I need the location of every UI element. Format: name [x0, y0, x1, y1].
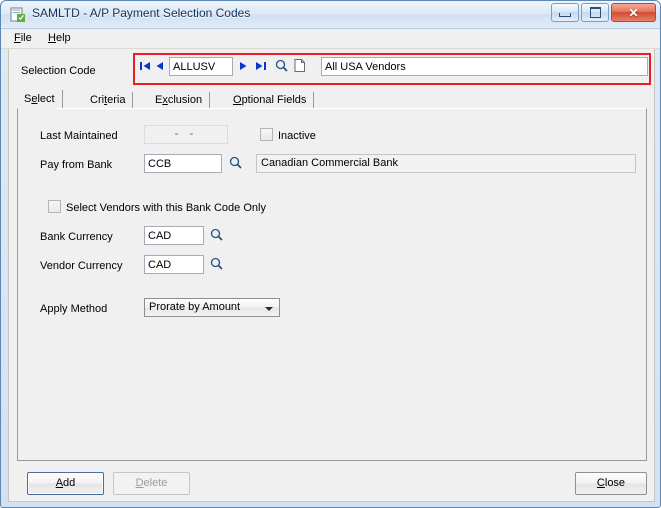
bank-currency-input[interactable] [144, 226, 204, 245]
bank-currency-find-icon[interactable] [210, 228, 223, 241]
apply-method-value: Prorate by Amount [149, 301, 241, 313]
vendor-currency-input[interactable] [144, 255, 204, 274]
maximize-icon [589, 7, 601, 18]
maximize-button[interactable] [581, 3, 609, 22]
select-vendors-bank-only-label: Select Vendors with this Bank Code Only [66, 202, 266, 214]
tab-select[interactable]: Select [17, 90, 63, 109]
close-button[interactable]: ✕ [611, 3, 656, 22]
selection-code-label: Selection Code [21, 65, 96, 77]
minimize-icon [559, 13, 571, 17]
minimize-button[interactable] [551, 3, 579, 22]
tab-criteria[interactable]: Criteria [83, 92, 134, 109]
select-vendors-bank-only-checkbox[interactable] [48, 200, 61, 213]
nav-first-button[interactable] [140, 61, 151, 74]
bank-currency-label: Bank Currency [40, 231, 113, 243]
inactive-checkbox[interactable] [260, 128, 273, 141]
pay-from-bank-input[interactable] [144, 154, 222, 173]
add-button[interactable]: Add [27, 472, 104, 495]
client-area: Selection Code ALLUSV All USA Vendors Se… [8, 49, 655, 502]
vendor-currency-label: Vendor Currency [40, 260, 123, 272]
last-maintained-label: Last Maintained [40, 130, 118, 142]
pay-from-bank-label: Pay from Bank [40, 159, 113, 171]
window-controls: ✕ [551, 3, 656, 22]
menu-item-file[interactable]: File [11, 32, 35, 44]
menu-bar: File Help [1, 29, 660, 49]
app-document-icon [10, 6, 27, 23]
application-window: SAMLTD - A/P Payment Selection Codes ✕ F… [0, 0, 661, 508]
selection-code-find-icon[interactable] [275, 59, 288, 72]
menu-item-help[interactable]: Help [45, 32, 74, 44]
inactive-label: Inactive [278, 130, 316, 142]
tab-optional-fields[interactable]: Optional Fields [226, 92, 315, 109]
pay-from-bank-description: Canadian Commercial Bank [256, 154, 636, 173]
last-maintained-value: - - [144, 125, 228, 144]
apply-method-label: Apply Method [40, 303, 108, 315]
selection-code-description-input[interactable] [321, 57, 648, 76]
nav-previous-button[interactable] [156, 61, 164, 74]
title-bar: SAMLTD - A/P Payment Selection Codes ✕ [1, 1, 660, 29]
tab-strip: Select Criteria Exclusion Optional Field… [17, 90, 647, 109]
delete-button: Delete [113, 472, 190, 495]
chevron-down-icon [265, 307, 273, 311]
select-tab-panel: Last Maintained - - Inactive Pay from Ba… [17, 108, 647, 461]
pay-from-bank-find-icon[interactable] [229, 156, 242, 169]
vendor-currency-find-icon[interactable] [210, 257, 223, 270]
nav-next-button[interactable] [239, 61, 247, 74]
nav-last-button[interactable] [255, 61, 266, 74]
apply-method-dropdown[interactable]: Prorate by Amount [144, 298, 280, 317]
tab-exclusion[interactable]: Exclusion [148, 92, 211, 109]
close-form-button[interactable]: Close [575, 472, 647, 495]
window-title: SAMLTD - A/P Payment Selection Codes [32, 6, 251, 20]
new-document-icon[interactable] [294, 59, 306, 75]
close-icon: ✕ [628, 5, 639, 20]
selection-code-input[interactable] [169, 57, 233, 76]
